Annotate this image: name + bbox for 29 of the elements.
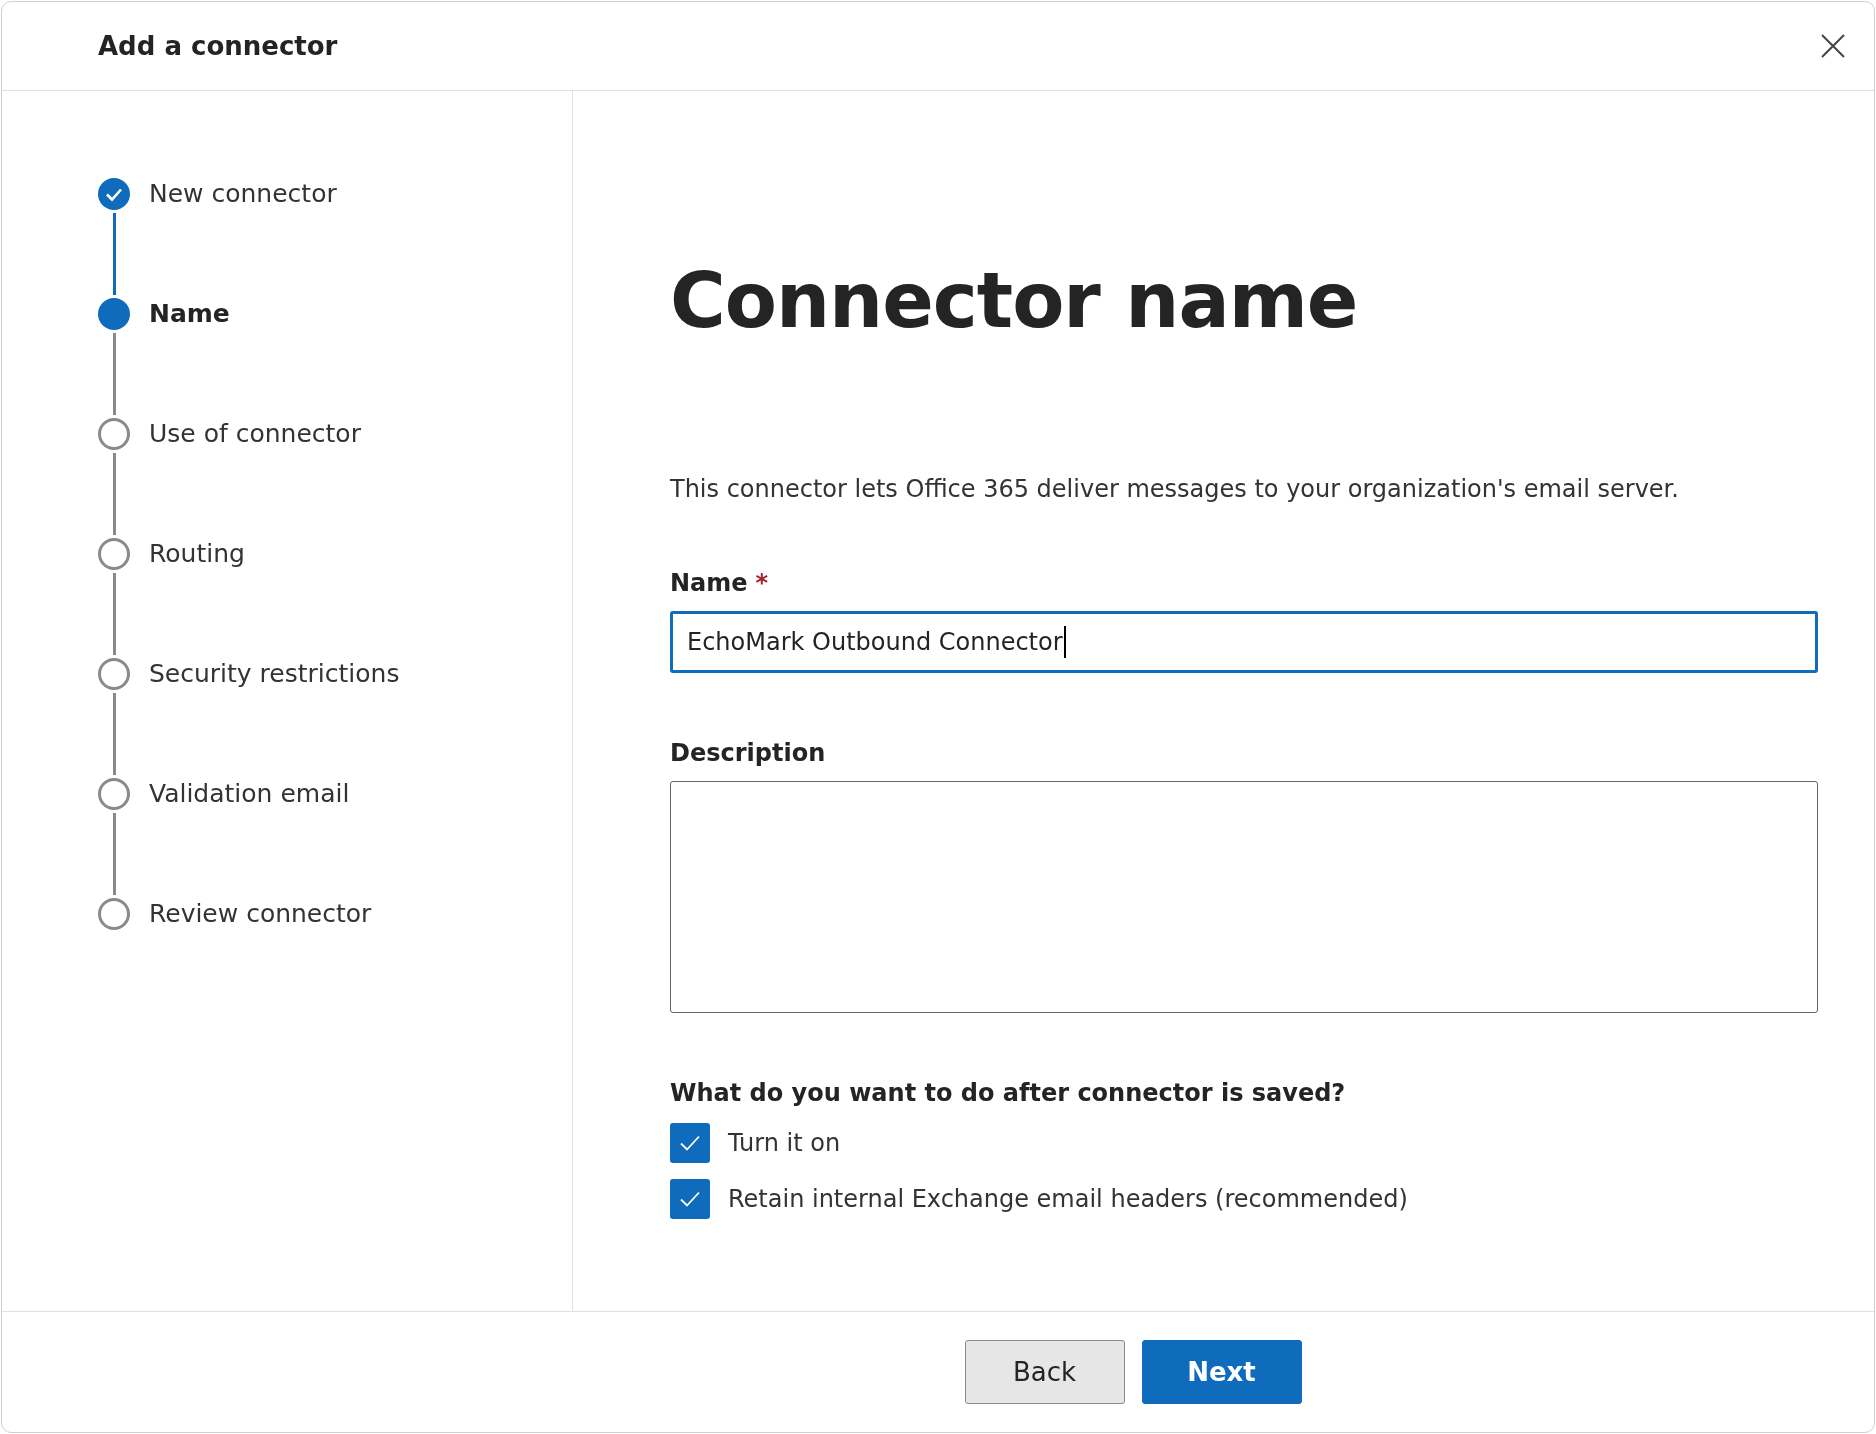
step-label[interactable]: Validation email xyxy=(149,777,350,897)
empty-circle-icon xyxy=(97,777,131,811)
back-button[interactable]: Back xyxy=(964,1340,1125,1404)
page-heading: Connector name xyxy=(670,263,1359,339)
field-label: Name xyxy=(670,569,748,597)
description-input-field[interactable] xyxy=(670,781,1818,1013)
step-label[interactable]: Name xyxy=(149,297,230,417)
step-label[interactable]: Use of connector xyxy=(149,417,361,537)
step-label[interactable]: Routing xyxy=(149,537,245,657)
empty-circle-icon xyxy=(97,897,131,931)
checkbox-label: Retain internal Exchange email headers (recommended) xyxy=(728,1185,1408,1213)
field-label: Description xyxy=(670,739,826,767)
dialog-title: Add a connector xyxy=(98,31,338,61)
next-button[interactable]: Next xyxy=(1141,1340,1302,1404)
step-label[interactable]: Security restrictions xyxy=(149,657,400,777)
checkbox-label: Turn it on xyxy=(728,1129,841,1157)
intro-text: This connector lets Office 365 deliver messages to your organization's email server. xyxy=(670,475,1680,503)
checkbox[interactable] xyxy=(670,1123,710,1163)
filled-circle-icon xyxy=(97,297,131,331)
check-circle-icon xyxy=(97,177,131,211)
step-label[interactable]: New connector xyxy=(149,177,337,297)
question-text: What do you want to do after connector is saved? xyxy=(670,1079,1347,1107)
empty-circle-icon xyxy=(97,417,131,451)
checkbox[interactable] xyxy=(670,1179,710,1219)
name-input-field[interactable]: EchoMark Outbound Connector xyxy=(670,611,1818,673)
empty-circle-icon xyxy=(97,657,131,691)
empty-circle-icon xyxy=(97,537,131,571)
step-label[interactable]: Review connector xyxy=(149,897,372,1017)
required-mark: * xyxy=(755,569,769,597)
